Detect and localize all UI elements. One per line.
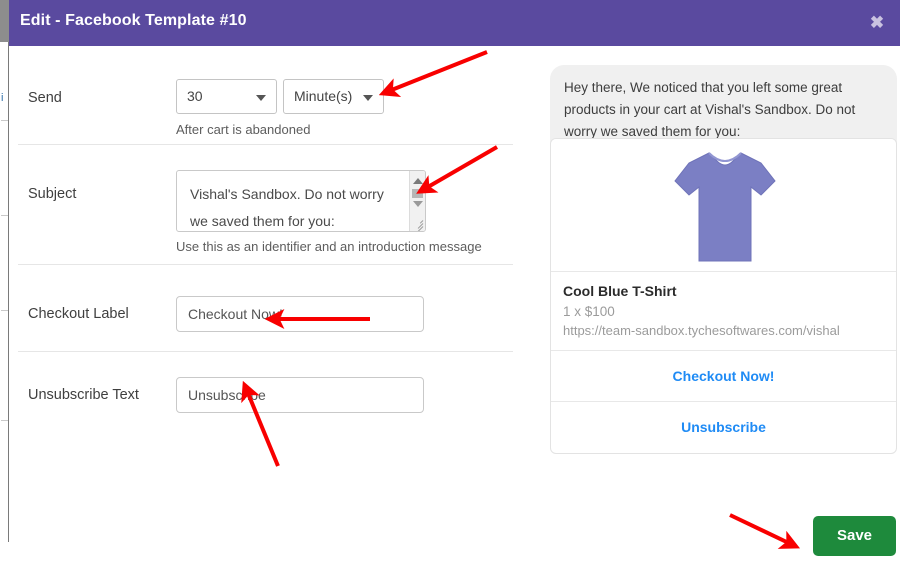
unsubscribe-text-input[interactable]: Unsubscribe [176,377,424,413]
unsubscribe-text-label: Unsubscribe Text [28,387,139,403]
close-icon[interactable]: ✖ [866,12,888,34]
background-rule [1,310,8,311]
dialog-header: Edit - Facebook Template #10 ✖ [9,0,900,46]
edit-template-dialog: Edit - Facebook Template #10 ✖ Send 30 M… [9,0,900,572]
form-divider [18,264,513,265]
send-delay-select[interactable]: 30 [176,79,277,114]
background-rule [1,120,8,121]
scrollbar-thumb[interactable] [412,189,423,198]
send-unit-value: Minute(s) [294,88,353,104]
save-button[interactable]: Save [813,516,896,556]
resize-handle-icon[interactable] [412,218,424,231]
form-divider [18,144,513,145]
preview-unsubscribe-link[interactable]: Unsubscribe [551,402,896,453]
background-rule [1,215,8,216]
preview-checkout-link[interactable]: Checkout Now! [551,351,896,402]
product-title: Cool Blue T-Shirt [563,283,677,299]
background-rule [1,420,8,421]
checkout-label-input[interactable]: Checkout Now! [176,296,424,332]
subject-label: Subject [28,186,77,202]
product-image [551,139,896,272]
page-title: Edit - Facebook Template #10 [20,12,247,29]
background-page [0,42,9,542]
send-helper-text: After cart is abandoned [176,122,311,137]
send-delay-value: 30 [187,88,203,104]
background-toolbar [0,0,9,42]
chevron-down-icon [363,95,373,101]
product-info: Cool Blue T-Shirt 1 x $100 https://team-… [551,272,896,351]
product-card: Cool Blue T-Shirt 1 x $100 https://team-… [550,138,897,454]
background-text: i [1,92,3,104]
scroll-down-icon[interactable] [413,201,423,207]
subject-value: Vishal's Sandbox. Do not worry we saved … [190,186,384,229]
background-page-strip: i [0,0,9,572]
message-preview: Hey there, We noticed that you left some… [541,46,900,572]
product-url: https://team-sandbox.tychesoftwares.com/… [563,323,840,338]
unsubscribe-text-value: Unsubscribe [188,387,266,403]
subject-helper-text: Use this as an identifier and an introdu… [176,239,482,254]
scroll-up-icon[interactable] [413,178,423,184]
screenshot-root: i Edit - Facebook Template #10 ✖ Send 30… [0,0,900,572]
product-price: 1 x $100 [563,304,615,319]
form-divider [18,351,513,352]
chevron-down-icon [256,95,266,101]
checkout-label-label: Checkout Label [28,306,129,322]
checkout-label-value: Checkout Now! [188,306,283,322]
send-unit-select[interactable]: Minute(s) [283,79,384,114]
tshirt-icon [674,152,776,262]
send-label: Send [28,90,62,106]
settings-form: Send 30 Minute(s) After cart is abandone… [9,46,534,572]
subject-textarea[interactable]: Vishal's Sandbox. Do not worry we saved … [176,170,426,232]
